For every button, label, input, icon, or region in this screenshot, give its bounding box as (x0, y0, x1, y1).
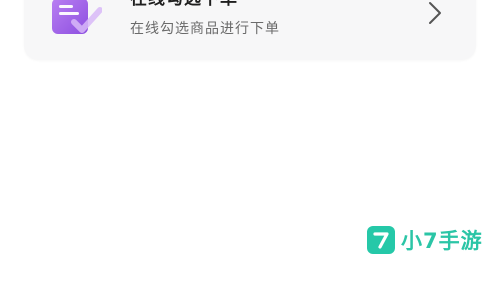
card-title: 在线勾选下单 (130, 0, 238, 10)
document-check-icon (52, 0, 103, 36)
order-online-card[interactable]: 在线勾选下单 在线勾选商品进行下单 (24, 0, 476, 60)
watermark-text: 小7手游 (401, 229, 483, 253)
watermark: 小7手游 (367, 224, 483, 256)
card-subtitle: 在线勾选商品进行下单 (130, 21, 280, 37)
watermark-logo-icon (367, 226, 395, 254)
chevron-right-icon[interactable] (424, 0, 446, 26)
page: 在线勾选下单 在线勾选商品进行下单 小7手游 (0, 0, 500, 281)
